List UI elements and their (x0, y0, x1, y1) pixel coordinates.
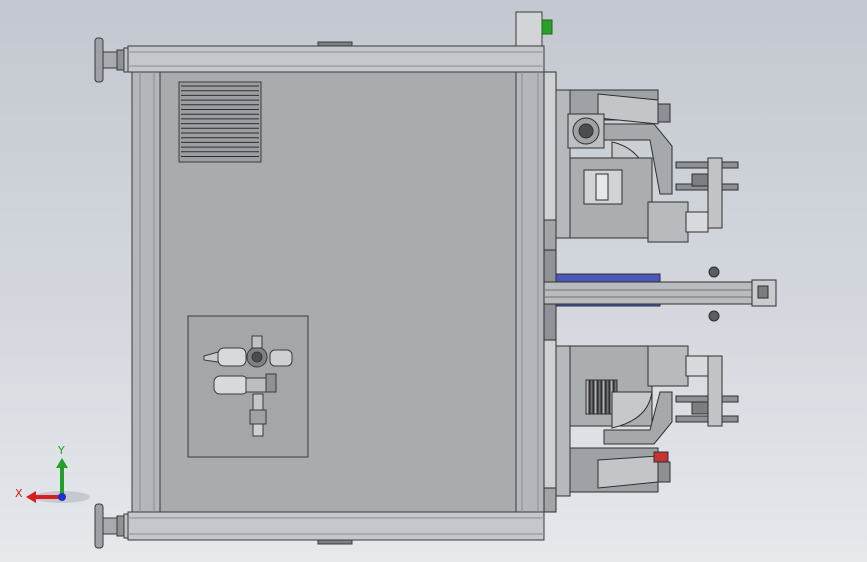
cabinet-assembly[interactable] (94, 11, 553, 549)
frame-rail-bottom[interactable] (127, 511, 545, 541)
leveling-foot-top[interactable] (94, 37, 131, 83)
top-junction-box[interactable] (515, 11, 553, 47)
motor-fin (593, 379, 598, 415)
y-axis-label: Y (57, 444, 65, 457)
vent-louver (178, 81, 262, 163)
z-axis-point (58, 493, 66, 501)
model-viewport[interactable]: X Y (0, 0, 867, 562)
linear-guide-rail[interactable] (543, 249, 777, 341)
motor-fin (601, 379, 606, 415)
x-axis-label: X (15, 487, 23, 500)
motor-fin (605, 379, 610, 415)
frame-rail-top[interactable] (127, 45, 545, 73)
cad-graphics-area[interactable]: X Y (0, 0, 867, 562)
frame-post-left[interactable] (131, 71, 161, 513)
orientation-triad: X Y (15, 444, 90, 503)
lower-clamp-station[interactable] (543, 339, 739, 513)
frame-post-right[interactable] (515, 71, 545, 513)
air-regulator-panel[interactable] (187, 315, 309, 458)
leveling-foot-bottom[interactable] (94, 503, 131, 549)
upper-clamp-station[interactable] (543, 71, 739, 251)
motor-fin (585, 379, 590, 415)
motor-fin (597, 379, 602, 415)
motor-fin (589, 379, 594, 415)
